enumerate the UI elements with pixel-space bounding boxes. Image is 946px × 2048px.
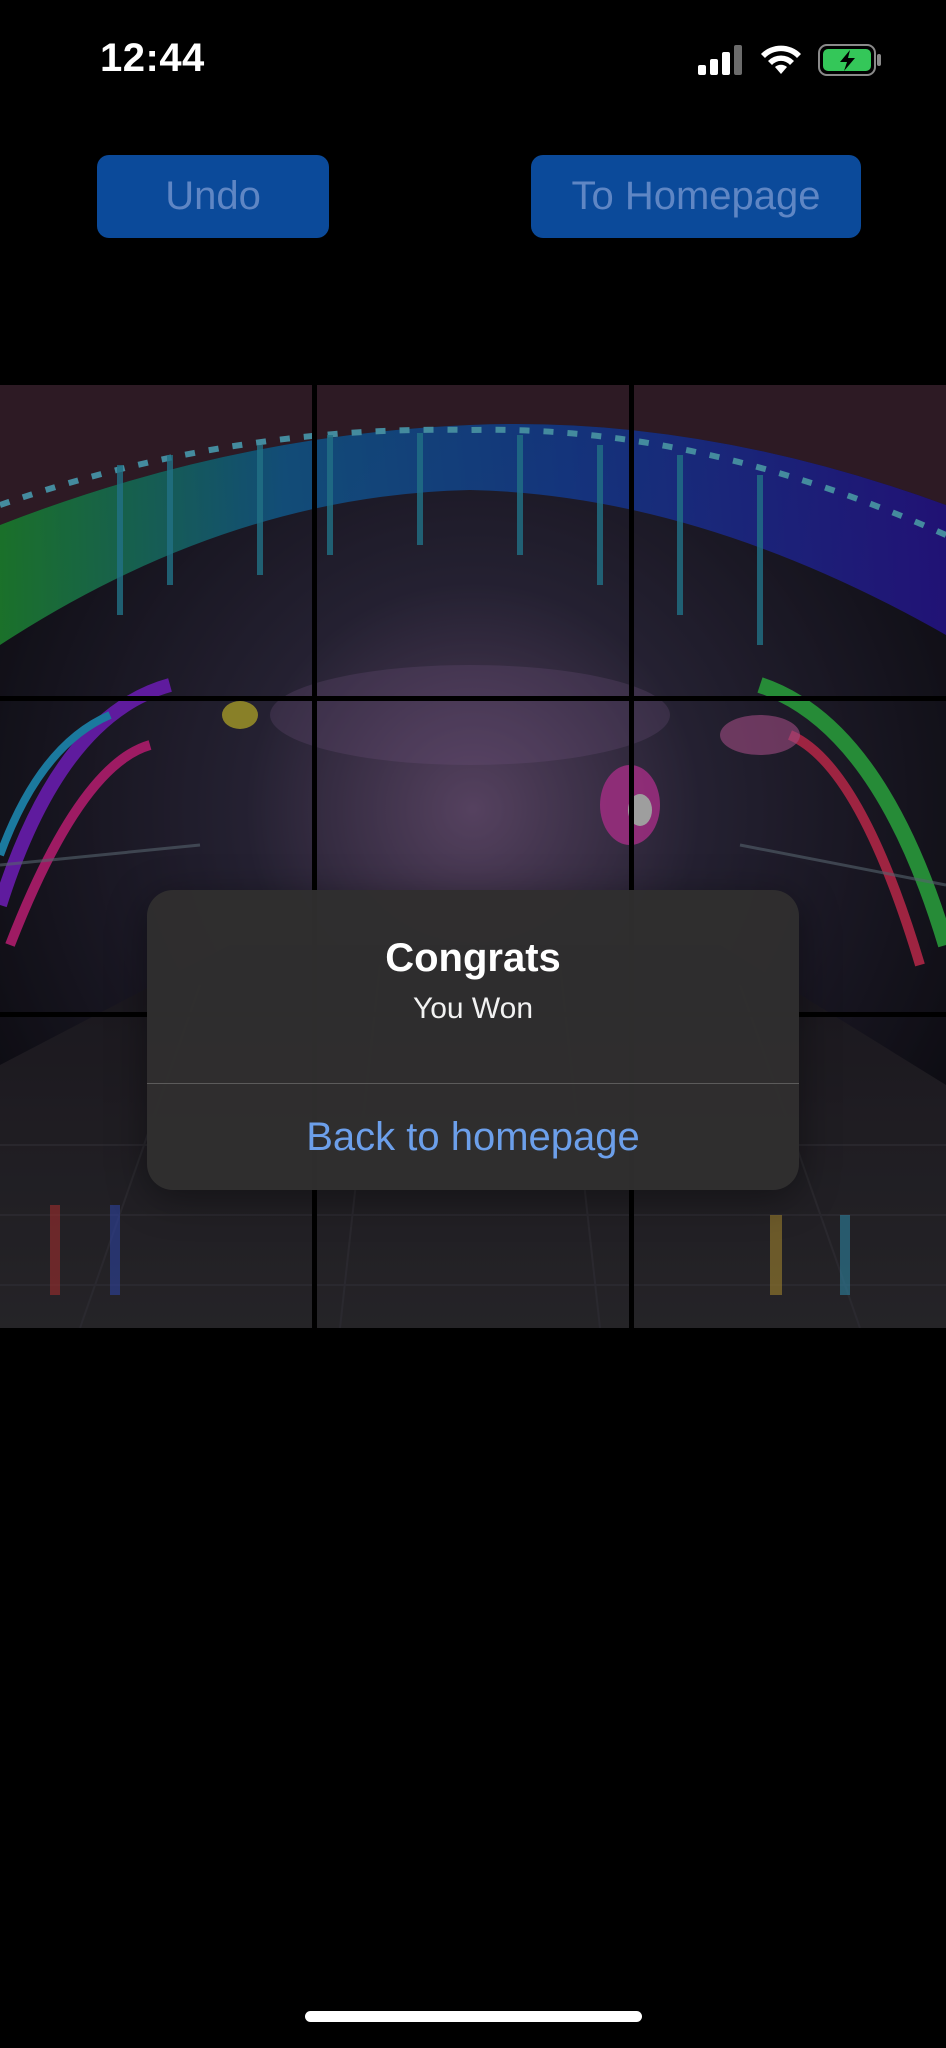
cellular-signal-icon	[698, 45, 744, 75]
win-alert-dialog: Congrats You Won Back to homepage	[147, 890, 799, 1190]
alert-title: Congrats	[385, 936, 561, 980]
to-homepage-button[interactable]: To Homepage	[531, 155, 861, 238]
back-to-homepage-button[interactable]: Back to homepage	[147, 1084, 799, 1190]
puzzle-tile[interactable]	[0, 385, 312, 696]
status-bar: 12:44	[0, 0, 946, 120]
undo-button[interactable]: Undo	[97, 155, 329, 238]
status-time: 12:44	[100, 36, 205, 80]
tile-image	[0, 385, 312, 696]
puzzle-tile[interactable]	[634, 385, 946, 696]
battery-charging-icon	[818, 44, 882, 76]
wifi-icon	[760, 44, 802, 76]
puzzle-tile[interactable]	[317, 385, 629, 696]
tile-image	[317, 385, 629, 696]
status-icons	[698, 44, 882, 76]
tile-image	[634, 385, 946, 696]
alert-message: You Won	[412, 992, 534, 1025]
home-indicator	[305, 2011, 642, 2022]
